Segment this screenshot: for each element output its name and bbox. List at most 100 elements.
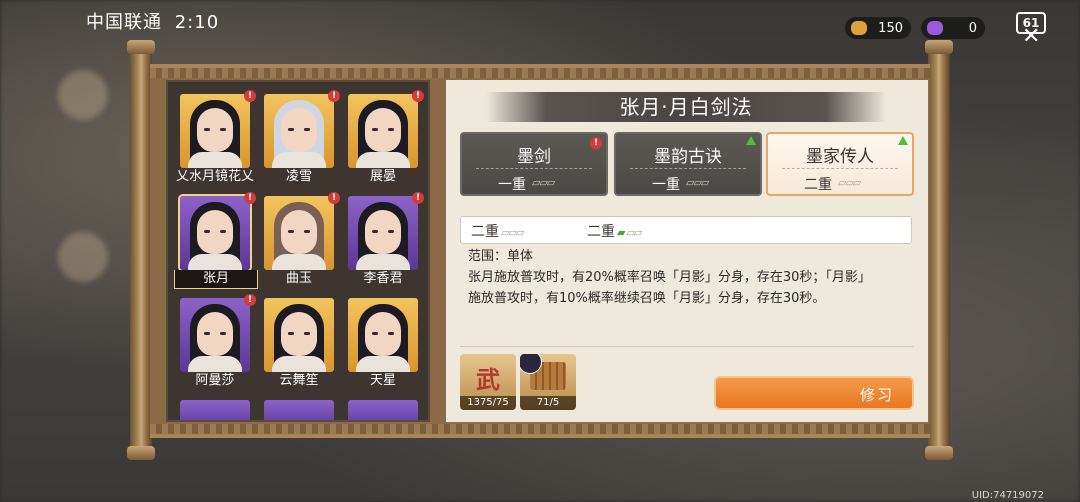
hero-body: [272, 254, 326, 270]
bamboo-scroll-item[interactable]: 71/5: [520, 354, 576, 410]
close-icon: ✕: [1022, 24, 1041, 49]
hero-face: [365, 312, 401, 356]
gem-currency[interactable]: 0: [921, 17, 985, 39]
hero-body: [272, 152, 326, 168]
gold-currency[interactable]: 150: [845, 17, 911, 39]
gold-coin-icon: [851, 21, 867, 35]
hero-portrait: [348, 94, 418, 168]
upgrade-arrow-icon: [746, 136, 756, 145]
rod-cap: [925, 40, 953, 54]
hero-eye: [372, 332, 378, 335]
hero-face: [365, 210, 401, 254]
level-option-label: 二重: [587, 224, 615, 240]
hero-face: [197, 108, 233, 152]
description-line: 张月施放普攻时，有20%概率召唤「月影」分身，存在30秒；「月影」: [468, 270, 871, 285]
hero-list[interactable]: 乂水月镜花乂! 凌雪! 展晏! 张月! 曲玉! 李香君! 阿曼莎! 云舞笙 天星: [166, 80, 430, 422]
hero-eye: [388, 332, 394, 335]
tab-divider: [630, 168, 746, 169]
scroll-rod-left: [127, 40, 155, 460]
tab-skill-3[interactable]: 墨家传人 二重 ▱▱▱: [766, 132, 914, 196]
range-label: 范围：: [468, 249, 508, 264]
gem-amount: 0: [968, 20, 977, 36]
hero-portrait: [264, 298, 334, 372]
level-scroll-icons: ▱▱▱: [838, 176, 861, 189]
scroll-border-bottom: [150, 424, 930, 434]
upgrade-arrow-icon: [898, 136, 908, 145]
level-selector: 二重 ▱▱▱ 二重 ▰ ▱▱: [460, 216, 912, 244]
tab-skill-2[interactable]: 墨韵古诀 一重 ▱▱▱: [614, 132, 762, 196]
scroll-border-top: [150, 68, 930, 78]
skill-title: 张月·月白剑法: [486, 92, 886, 122]
tab-name: 墨家传人: [806, 147, 874, 167]
hero-card-partial[interactable]: [264, 400, 334, 420]
hero-card[interactable]: 云舞笙: [264, 298, 334, 392]
hero-eye: [288, 128, 294, 131]
tab-level: 一重: [498, 177, 526, 193]
hero-portrait: [264, 196, 334, 270]
hero-eye: [288, 230, 294, 233]
tab-level: 二重: [804, 177, 832, 193]
tab-divider: [782, 168, 898, 169]
hero-eye: [220, 230, 226, 233]
hero-name: 曲玉: [285, 271, 312, 286]
hero-eye: [372, 230, 378, 233]
hero-card[interactable]: 凌雪!: [264, 90, 340, 188]
rod-cap: [127, 446, 155, 460]
tab-skill-1[interactable]: 墨剑 一重 ▱▱▱ !: [460, 132, 608, 196]
hero-eye: [204, 230, 210, 233]
hero-card[interactable]: 李香君!: [348, 192, 424, 290]
learn-button[interactable]: 修习: [714, 376, 914, 410]
gold-amount: 150: [878, 20, 903, 36]
hero-eye: [204, 332, 210, 335]
hero-card[interactable]: 阿曼莎!: [180, 294, 256, 392]
hero-eye: [372, 128, 378, 131]
hero-card-partial[interactable]: [348, 400, 418, 420]
hero-body: [188, 356, 242, 372]
hero-name: 张月: [174, 270, 258, 289]
alert-badge: !: [590, 137, 602, 149]
skill-book-item[interactable]: 武 1375/75: [460, 354, 516, 410]
hero-name: 李香君: [363, 271, 403, 286]
tab-divider: [476, 168, 592, 169]
hero-portrait: [180, 298, 250, 372]
level-option[interactable]: 二重 ▱▱▱: [471, 221, 524, 241]
tab-name: 墨韵古诀: [654, 147, 722, 167]
alert-badge: !: [244, 90, 256, 102]
scroll-rod-right: [925, 40, 953, 460]
divider: [460, 346, 914, 347]
hero-card-partial[interactable]: [180, 400, 250, 420]
close-button[interactable]: 61 ✕: [1016, 12, 1050, 49]
hero-name: 天星: [369, 373, 396, 388]
level-scroll-icons: ▱▱▱: [532, 176, 555, 189]
hero-body: [188, 254, 242, 270]
hero-face: [281, 312, 317, 356]
hero-card[interactable]: 张月!: [174, 192, 258, 290]
hero-portrait: [348, 298, 418, 372]
hero-face: [197, 210, 233, 254]
hero-eye: [204, 128, 210, 131]
rod-cap: [127, 40, 155, 54]
hero-face: [365, 108, 401, 152]
skill-description: 范围：单体 张月施放普攻时，有20%概率召唤「月影」分身，存在30秒；「月影」 …: [468, 246, 912, 309]
hero-portrait: [180, 94, 250, 168]
skill-panel: 张月·月白剑法 墨剑 一重 ▱▱▱ ! 墨韵古诀 一重 ▱▱▱ 墨家传人 二重 …: [446, 80, 928, 422]
range-value: 单体: [507, 249, 534, 264]
hero-name: 展晏: [369, 169, 396, 184]
hero-name: 乂水月镜花乂: [175, 169, 254, 184]
blurred-bg-icon: [58, 232, 108, 282]
alert-badge: !: [412, 90, 424, 102]
level-option-label: 二重: [471, 224, 499, 240]
skill-book-glyph: 武: [476, 366, 500, 394]
hero-card[interactable]: 展晏!: [348, 90, 424, 188]
hero-eye: [304, 128, 310, 131]
level-option[interactable]: 二重 ▰ ▱▱: [587, 221, 642, 241]
hero-portrait: [264, 94, 334, 168]
hero-name: 凌雪: [285, 169, 312, 184]
hero-card[interactable]: 乂水月镜花乂!: [176, 90, 256, 188]
alert-badge: !: [412, 192, 424, 204]
hero-card[interactable]: 天星: [348, 298, 418, 392]
scroll-icons: ▰: [617, 226, 626, 239]
tab-name: 墨剑: [517, 147, 551, 167]
hero-card[interactable]: 曲玉!: [264, 192, 340, 290]
hero-face: [197, 312, 233, 356]
